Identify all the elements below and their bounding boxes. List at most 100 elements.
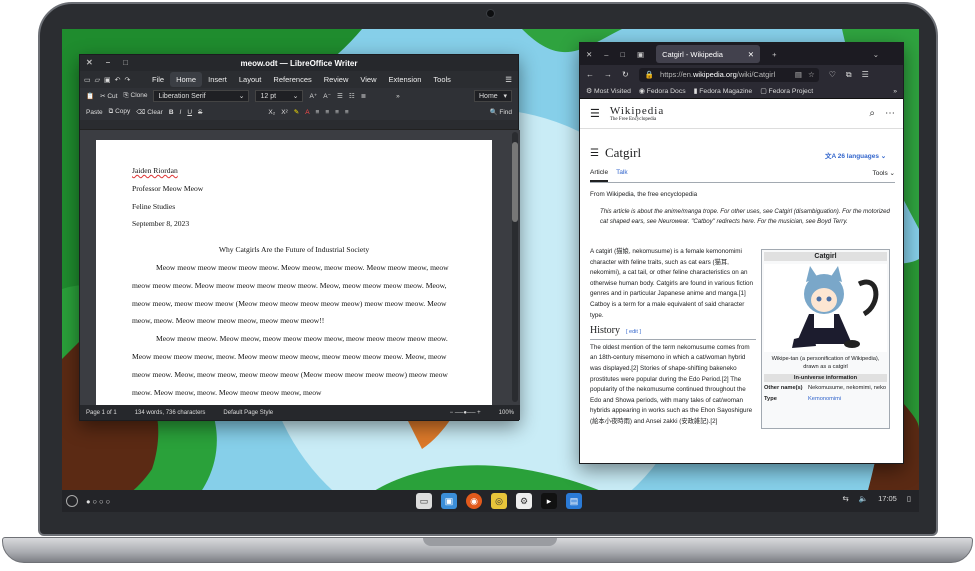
font-size-select[interactable]: 12 pt ⌄ [255,90,304,102]
tools-menu[interactable]: Tools ⌄ [873,169,895,182]
menu-layout[interactable]: Layout [233,72,268,87]
bullets-icon[interactable]: ☰ [337,92,343,100]
font-name-select[interactable]: Liberation Serif ⌄ [153,90,250,102]
rhythmbox-icon[interactable]: ◎ [491,493,507,509]
open-icon[interactable]: ▱ [95,76,100,84]
superscript-icon[interactable]: X² [281,109,288,116]
workspace-indicator[interactable]: ●○○○ [86,497,112,506]
align-left-icon[interactable]: ≡ [316,109,320,116]
vertical-scrollbar[interactable] [512,132,518,402]
back-icon[interactable]: ← [586,70,594,79]
volume-icon[interactable]: 🔈 [859,494,868,503]
ruler[interactable] [80,120,518,130]
shrink-font-icon[interactable]: A⁻ [323,92,331,100]
maximize-icon[interactable]: □ [123,58,128,67]
terminal-icon[interactable]: ▸ [541,493,557,509]
tab-list-icon[interactable]: ⌄ [873,50,879,59]
network-icon[interactable]: ⇆ [842,494,848,503]
close-icon[interactable]: ✕ [586,50,592,59]
menu-insert[interactable]: Insert [202,72,233,87]
settings-icon[interactable]: ⚙ [516,493,532,509]
strikethrough-icon[interactable]: S [198,109,202,116]
bookmark-star-icon[interactable]: ☆ [808,70,815,79]
reload-icon[interactable]: ↻ [622,70,629,79]
extensions-icon[interactable]: ⧉ [846,70,852,80]
menu-tools[interactable]: Tools [427,72,457,87]
paste-button[interactable]: Paste [86,109,103,116]
more-icon[interactable]: » [396,93,400,100]
url-bar[interactable]: 🔒 https://en.wikipedia.org/wiki/Catgirl … [638,67,819,82]
edit-link[interactable]: [ edit ] [626,329,641,335]
article-tabs: Article Talk Tools ⌄ [590,169,895,183]
wikipe-tan-image[interactable] [764,264,887,352]
document-page[interactable]: Jaiden Riordan Professor Meow Meow Felin… [96,140,492,407]
tab-close-icon[interactable]: ✕ [748,50,754,59]
undo-icon[interactable]: ↶ [115,76,121,84]
copy-button[interactable]: ⧉ Copy [109,108,131,116]
maximize-icon[interactable]: □ [620,50,625,59]
software-icon[interactable]: ▣ [441,493,457,509]
align-center-icon[interactable]: ≡ [325,109,329,116]
subscript-icon[interactable]: X₂ [268,109,275,116]
activities-icon[interactable] [66,495,78,507]
highlight-icon[interactable]: ✎ [294,108,299,116]
italic-icon[interactable]: I [180,109,182,116]
bookmarks-overflow-icon[interactable]: » [893,88,897,95]
languages-button[interactable]: 文A 26 languages ⌄ [825,150,886,160]
reader-view-icon[interactable]: ▤ [795,70,802,79]
save-icon[interactable]: ▣ [104,76,111,84]
more-options-icon[interactable]: ⋯ [885,108,895,119]
tab-overview-icon[interactable]: ▣ [637,50,644,59]
zoom-slider[interactable]: − ──●── + [450,410,481,416]
writer-icon[interactable]: ▤ [566,493,582,509]
new-tab-icon[interactable]: + [772,50,776,59]
underline-icon[interactable]: U [187,109,192,116]
cut-button[interactable]: ✂ Cut [100,92,117,100]
minimize-icon[interactable]: – [106,58,110,67]
clone-button[interactable]: ⎘ Clone [123,92,147,100]
grow-font-icon[interactable]: A⁺ [309,92,317,100]
tab-article[interactable]: Article [590,169,609,182]
redo-icon[interactable]: ↷ [125,76,131,84]
hamburger-menu-icon[interactable]: ☰ [590,107,600,120]
menu-references[interactable]: References [267,72,317,87]
menu-icon[interactable]: ☰ [862,70,869,79]
new-document-icon[interactable]: ▭ [84,76,91,84]
tab-talk[interactable]: Talk [616,169,628,182]
align-right-icon[interactable]: ≡ [335,109,339,116]
search-icon[interactable]: ⌕ [869,108,875,119]
type-link[interactable]: Kemonomimi [808,396,841,404]
bookmark-fedora-project[interactable]: ▢ Fedora Project [760,87,813,95]
files-icon[interactable]: ▭ [416,493,432,509]
outline-icon[interactable]: ≣ [361,92,366,100]
menu-view[interactable]: View [354,72,382,87]
clock[interactable]: 17:05 [878,494,897,503]
style-select[interactable]: Home ▾ [474,90,512,102]
from-line: From Wikipedia, the free encyclopedia [590,191,698,198]
justify-icon[interactable]: ≡ [345,109,349,116]
menu-extension[interactable]: Extension [382,72,427,87]
bookmark-most-visited[interactable]: ⚙ Most Visited [586,87,631,95]
clear-button[interactable]: ⌫ Clear [136,108,163,116]
wikipedia-logo[interactable]: Wikipedia The Free Encyclopedia [610,105,664,122]
bold-icon[interactable]: B [169,109,174,116]
scroll-thumb[interactable] [512,142,518,222]
menu-review[interactable]: Review [318,72,355,87]
minimize-icon[interactable]: – [604,50,608,59]
show-desktop-icon[interactable]: ▯ [907,494,911,503]
close-icon[interactable]: ✕ [86,58,93,67]
forward-icon[interactable]: → [604,70,612,79]
menu-home[interactable]: Home [170,72,203,87]
numbering-icon[interactable]: ☷ [349,92,355,100]
page-style: Default Page Style [223,409,274,416]
font-color-icon[interactable]: A [305,109,309,116]
toc-icon[interactable]: ☰ [590,148,599,159]
bookmark-fedora-docs[interactable]: ◉ Fedora Docs [639,87,686,95]
menu-file[interactable]: File [146,72,170,87]
find-button[interactable]: 🔍 Find [489,108,512,116]
hamburger-menu-icon[interactable]: ☰ [499,72,518,87]
firefox-icon[interactable]: ◉ [466,493,482,509]
pocket-icon[interactable]: ♡ [829,70,836,79]
bookmark-fedora-magazine[interactable]: ▮ Fedora Magazine [694,87,753,95]
tab-catgirl[interactable]: Catgirl - Wikipedia ✕ [656,45,761,63]
